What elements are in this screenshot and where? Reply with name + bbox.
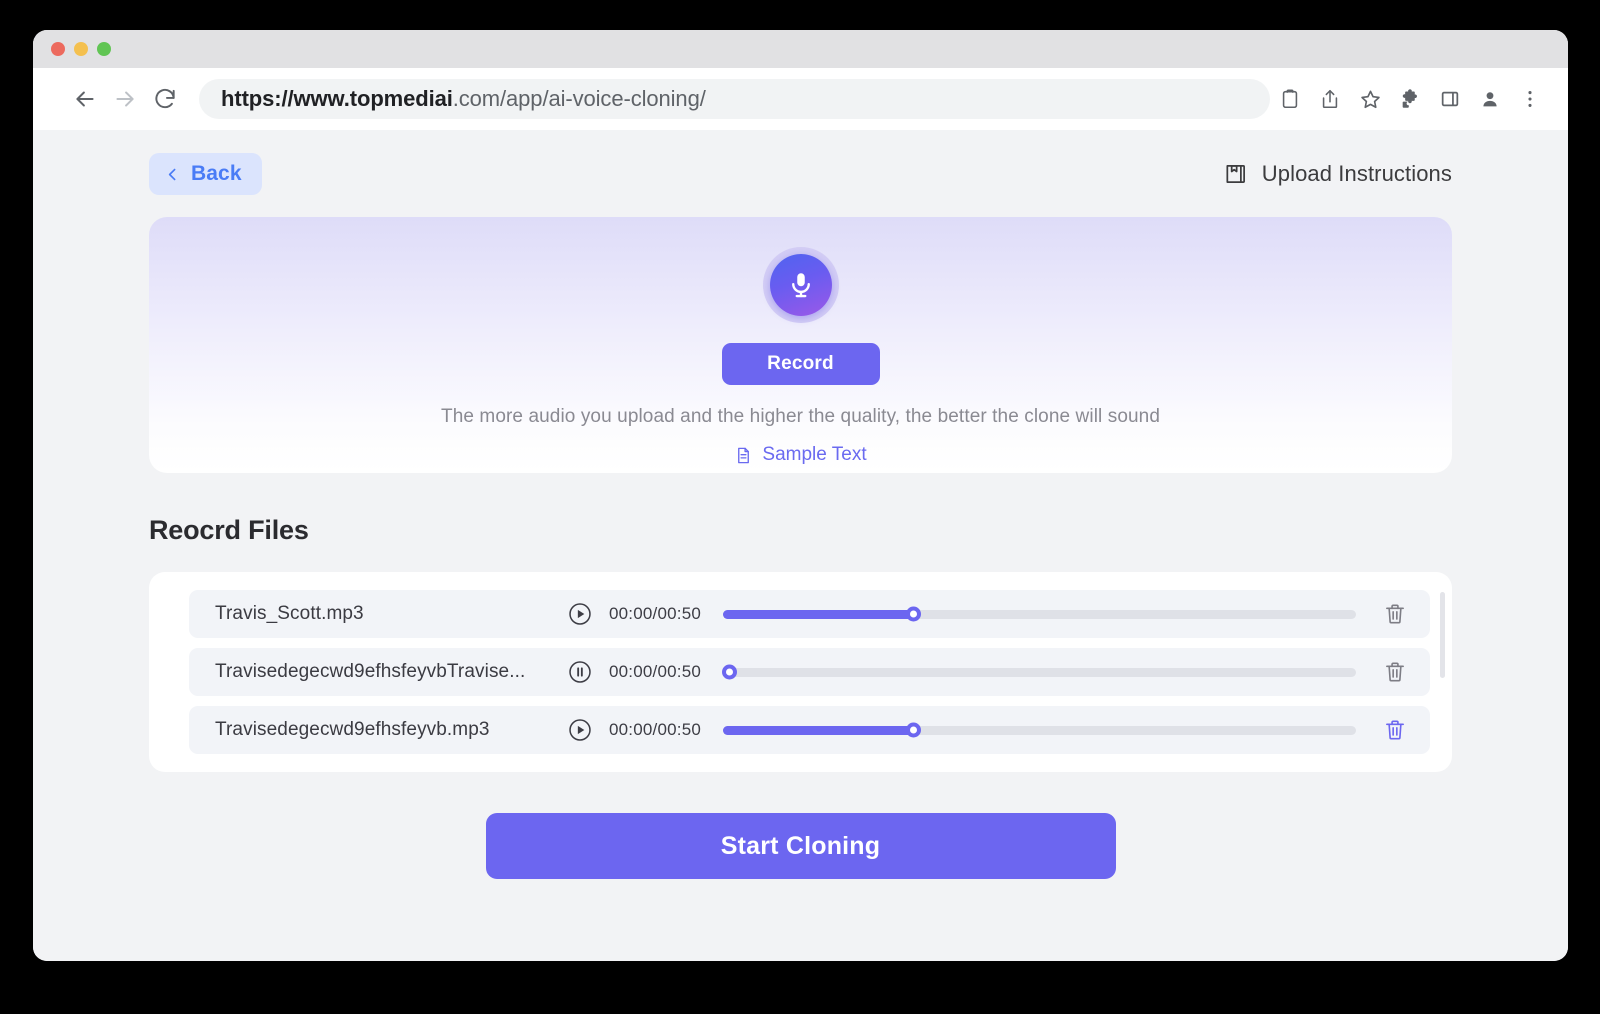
upload-instructions-button[interactable]: Upload Instructions <box>1223 161 1452 187</box>
progress-slider[interactable] <box>723 606 1356 622</box>
reload-icon[interactable] <box>145 79 185 119</box>
browser-menu-icon[interactable] <box>1510 79 1550 119</box>
time-label: 00:00/00:50 <box>609 662 702 681</box>
toolbar-actions <box>1270 79 1550 119</box>
slider-fill <box>723 725 913 735</box>
sample-text-label: Sample Text <box>762 444 867 465</box>
start-cloning-button[interactable]: Start Cloning <box>485 813 1116 879</box>
chevron-left-icon <box>164 166 181 183</box>
time-label: 00:00/00:50 <box>609 720 702 739</box>
share-icon[interactable] <box>1310 79 1350 119</box>
microphone-icon <box>786 270 816 300</box>
start-cloning-row: Start Cloning <box>149 813 1452 879</box>
table-row[interactable]: Travisedegecwd9efhsfeyvb.mp3 00:00/00:50 <box>189 706 1430 754</box>
file-name: Travis_Scott.mp3 <box>215 603 364 624</box>
back-button[interactable]: Back <box>149 153 262 195</box>
sample-text-link[interactable]: Sample Text <box>734 444 867 466</box>
clipboard-icon[interactable] <box>1270 79 1310 119</box>
slider-thumb[interactable] <box>722 664 738 680</box>
side-panel-icon[interactable] <box>1430 79 1470 119</box>
trash-icon[interactable] <box>1382 659 1408 685</box>
progress-slider[interactable] <box>722 664 1356 680</box>
recorder-panel: Record The more audio you upload and the… <box>149 217 1452 473</box>
table-row[interactable]: Travisedegecwd9efhsfeyvbTravise... 00:00… <box>189 648 1430 696</box>
minimize-window-button[interactable] <box>74 42 88 56</box>
page-content: Back Upload Instructions Record The more… <box>33 130 1568 961</box>
page-title: Reocrd Files <box>149 515 309 545</box>
trash-icon[interactable] <box>1382 717 1408 743</box>
browser-window: https://www.topmediai.com/app/ai-voice-c… <box>33 30 1568 961</box>
document-lines-icon <box>734 446 753 465</box>
browser-toolbar: https://www.topmediai.com/app/ai-voice-c… <box>33 68 1568 130</box>
zoom-window-button[interactable] <box>97 42 111 56</box>
record-button-label: Record <box>767 353 834 374</box>
files-card: Travis_Scott.mp3 00:00/00:50 Travisedege… <box>149 572 1452 772</box>
address-bar[interactable]: https://www.topmediai.com/app/ai-voice-c… <box>199 79 1270 119</box>
manual-book-icon <box>1223 161 1249 187</box>
play-icon[interactable] <box>567 717 593 743</box>
files-list: Travis_Scott.mp3 00:00/00:50 Travisedege… <box>189 590 1430 754</box>
microphone-halo <box>762 247 839 323</box>
profile-avatar-icon[interactable] <box>1470 79 1510 119</box>
extensions-puzzle-icon[interactable] <box>1390 79 1430 119</box>
back-button-label: Back <box>191 162 242 185</box>
files-scrollbar[interactable] <box>1440 592 1445 678</box>
page-header-row: Back Upload Instructions <box>149 130 1452 195</box>
url-text: https://www.topmediai.com/app/ai-voice-c… <box>221 86 706 112</box>
start-cloning-label: Start Cloning <box>720 831 881 860</box>
upload-instructions-label: Upload Instructions <box>1261 161 1452 186</box>
file-name: Travisedegecwd9efhsfeyvb.mp3 <box>215 719 490 740</box>
recorder-hint: The more audio you upload and the higher… <box>440 406 1160 427</box>
trash-icon[interactable] <box>1382 601 1408 627</box>
browser-titlebar <box>33 30 1568 68</box>
arrow-left-icon[interactable] <box>65 79 105 119</box>
pause-icon[interactable] <box>567 659 593 685</box>
record-button[interactable]: Record <box>721 343 880 385</box>
play-icon[interactable] <box>567 601 593 627</box>
slider-thumb[interactable] <box>905 606 921 622</box>
close-window-button[interactable] <box>51 42 65 56</box>
bookmark-star-icon[interactable] <box>1350 79 1390 119</box>
arrow-right-icon[interactable] <box>105 79 145 119</box>
progress-slider[interactable] <box>723 722 1356 738</box>
slider-thumb[interactable] <box>905 722 921 738</box>
time-label: 00:00/00:50 <box>609 604 702 623</box>
microphone-button[interactable] <box>769 254 832 316</box>
slider-fill <box>723 609 913 619</box>
file-name: Travisedegecwd9efhsfeyvbTravise... <box>215 661 526 682</box>
url-path: .com/app/ai-voice-cloning/ <box>452 86 706 111</box>
url-domain: https://www.topmediai <box>221 86 453 111</box>
table-row[interactable]: Travis_Scott.mp3 00:00/00:50 <box>189 590 1430 638</box>
